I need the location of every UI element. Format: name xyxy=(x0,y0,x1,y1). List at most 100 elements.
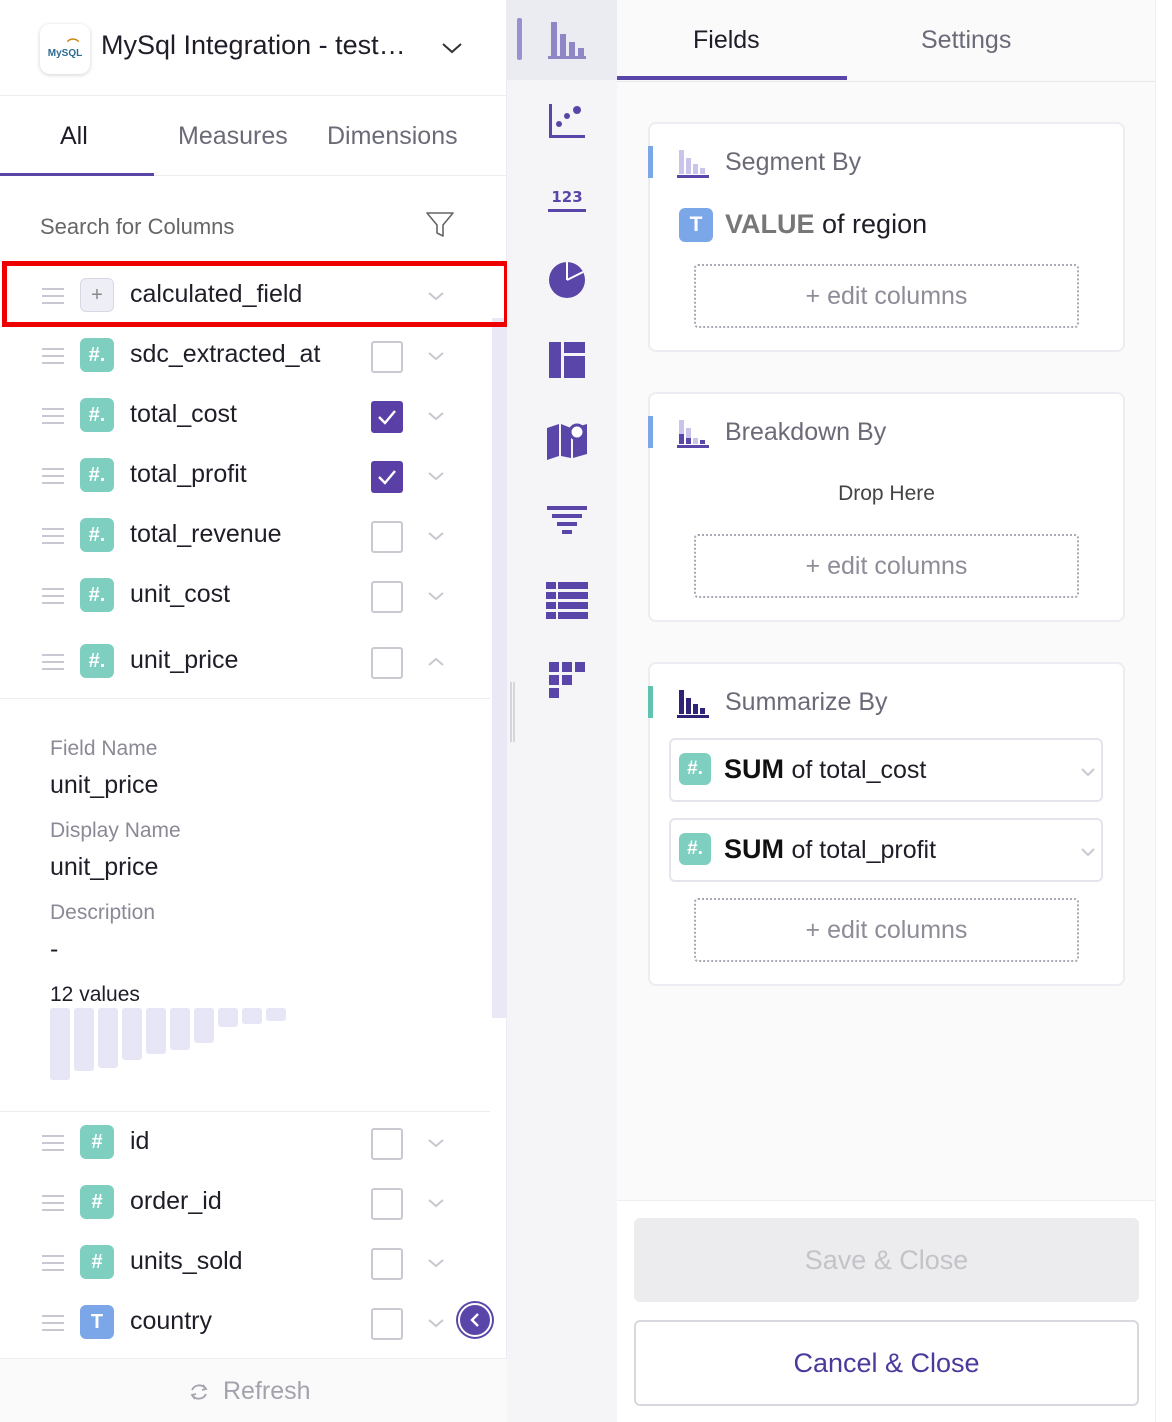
pie-chart-icon[interactable] xyxy=(543,256,591,304)
text-type-icon: T xyxy=(80,1305,114,1339)
chevron-down-icon[interactable] xyxy=(426,468,446,484)
chevron-up-icon[interactable] xyxy=(426,654,446,670)
tab-all[interactable]: All xyxy=(60,122,88,151)
values-count: 12 values xyxy=(50,983,140,1006)
chevron-left-icon xyxy=(470,1313,479,1327)
summarize-by-title: Summarize By xyxy=(725,688,888,716)
chevron-down-icon[interactable] xyxy=(426,1195,446,1211)
layout-icon[interactable] xyxy=(543,336,591,384)
chevron-down-icon[interactable] xyxy=(426,528,446,544)
breakdown-edit-columns-button[interactable]: + edit columns xyxy=(694,534,1079,598)
chevron-down-icon[interactable] xyxy=(426,348,446,364)
summarize-field-pill[interactable]: #. SUM of total_profit xyxy=(669,818,1103,882)
filter-icon[interactable] xyxy=(425,210,455,240)
drag-handle-icon[interactable] xyxy=(42,1195,64,1211)
number-icon[interactable]: 123 xyxy=(543,176,591,224)
summarize-edit-columns-button[interactable]: + edit columns xyxy=(694,898,1079,962)
checkmark-icon xyxy=(378,410,396,425)
cancel-close-button[interactable]: Cancel & Close xyxy=(634,1320,1139,1406)
active-config-tab-indicator xyxy=(617,76,847,80)
tab-dimensions[interactable]: Dimensions xyxy=(327,122,458,151)
field-checkbox[interactable] xyxy=(371,1188,403,1220)
tab-fields[interactable]: Fields xyxy=(693,26,760,55)
scatter-chart-icon[interactable] xyxy=(543,96,591,144)
refresh-button[interactable]: Refresh xyxy=(0,1358,507,1422)
histogram-bar xyxy=(74,1008,94,1071)
field-row-total-cost[interactable]: #. total_cost xyxy=(0,386,490,446)
segment-edit-columns-button[interactable]: + edit columns xyxy=(694,264,1079,328)
save-close-button[interactable]: Save & Close xyxy=(634,1218,1139,1302)
field-row-id[interactable]: # id xyxy=(0,1113,490,1173)
summarize-field-pill[interactable]: #. SUM of total_cost xyxy=(669,738,1103,802)
field-checkbox[interactable] xyxy=(371,341,403,373)
chevron-down-icon[interactable] xyxy=(426,1255,446,1271)
table-icon[interactable] xyxy=(543,576,591,624)
drag-handle-icon[interactable] xyxy=(42,1255,64,1271)
number-type-icon: #. xyxy=(80,644,114,678)
funnel-icon[interactable] xyxy=(543,496,591,544)
field-checkbox[interactable] xyxy=(371,1128,403,1160)
chevron-down-icon[interactable] xyxy=(440,36,464,60)
field-checkbox[interactable] xyxy=(371,401,403,433)
chevron-down-icon[interactable] xyxy=(1079,845,1097,859)
collapse-panel-button[interactable] xyxy=(458,1303,492,1337)
field-row-unit-price[interactable]: #. unit_price xyxy=(0,632,490,692)
histogram-bar xyxy=(122,1008,142,1060)
search-input[interactable]: Search for Columns xyxy=(40,214,234,240)
pill-agg: SUM xyxy=(724,754,784,784)
pill-agg: SUM xyxy=(724,834,784,864)
drag-handle-icon[interactable] xyxy=(42,654,64,670)
field-row-units-sold[interactable]: # units_sold xyxy=(0,1233,490,1293)
bar-chart-icon[interactable] xyxy=(543,16,591,64)
active-tab-indicator xyxy=(0,173,154,176)
drop-zone[interactable]: Drop Here xyxy=(648,482,1125,506)
tab-measures[interactable]: Measures xyxy=(178,122,288,151)
field-name-label: Field Name xyxy=(50,737,158,760)
right-edge-panel xyxy=(1155,0,1172,1422)
scrollbar[interactable] xyxy=(492,318,507,1018)
segment-field: of region xyxy=(822,209,928,239)
field-row-sdc-extracted-at[interactable]: #. sdc_extracted_at xyxy=(0,326,490,386)
tab-settings[interactable]: Settings xyxy=(921,26,1011,55)
chevron-down-icon[interactable] xyxy=(426,408,446,424)
chevron-down-icon[interactable] xyxy=(426,1315,446,1331)
drag-handle-icon[interactable] xyxy=(42,348,64,364)
map-icon[interactable] xyxy=(543,416,591,464)
field-label: total_revenue xyxy=(130,520,282,548)
segment-bar-icon xyxy=(677,150,709,178)
resize-handle-icon[interactable] xyxy=(507,682,517,742)
field-row-total-profit[interactable]: #. total_profit xyxy=(0,446,490,506)
field-checkbox[interactable] xyxy=(371,1248,403,1280)
field-checkbox[interactable] xyxy=(371,581,403,613)
field-label: units_sold xyxy=(130,1247,243,1275)
field-type-tabs: All Measures Dimensions xyxy=(0,96,507,176)
chevron-down-icon[interactable] xyxy=(426,1135,446,1151)
chevron-down-icon[interactable] xyxy=(426,588,446,604)
field-row-total-revenue[interactable]: #. total_revenue xyxy=(0,506,490,566)
drag-handle-icon[interactable] xyxy=(42,1135,64,1151)
data-source-header[interactable]: MySQL ⌒ MySql Integration - test… xyxy=(0,0,507,96)
description-value: - xyxy=(50,935,59,963)
pivot-icon[interactable] xyxy=(543,656,591,704)
field-row-order-id[interactable]: # order_id xyxy=(0,1173,490,1233)
drag-handle-icon[interactable] xyxy=(42,468,64,484)
drag-handle-icon[interactable] xyxy=(42,528,64,544)
field-row-unit-cost[interactable]: #. unit_cost xyxy=(0,566,490,626)
drag-handle-icon[interactable] xyxy=(42,588,64,604)
histogram-bar xyxy=(242,1008,262,1024)
field-checkbox[interactable] xyxy=(371,1308,403,1340)
drag-handle-icon[interactable] xyxy=(42,1315,64,1331)
field-row-country[interactable]: T country xyxy=(0,1293,490,1353)
field-checkbox[interactable] xyxy=(371,647,403,679)
field-checkbox[interactable] xyxy=(371,461,403,493)
field-checkbox[interactable] xyxy=(371,521,403,553)
chevron-down-icon[interactable] xyxy=(1079,765,1097,779)
data-source-title[interactable]: MySql Integration - test… xyxy=(101,30,421,61)
drag-handle-icon[interactable] xyxy=(42,408,64,424)
histogram-bar xyxy=(218,1008,238,1027)
summarize-accent xyxy=(648,686,653,718)
histogram-bar xyxy=(194,1008,214,1043)
value-histogram xyxy=(50,1008,310,1080)
segment-field-pill[interactable]: VALUE of region xyxy=(725,209,927,240)
pill-field: of total_profit xyxy=(791,836,937,864)
